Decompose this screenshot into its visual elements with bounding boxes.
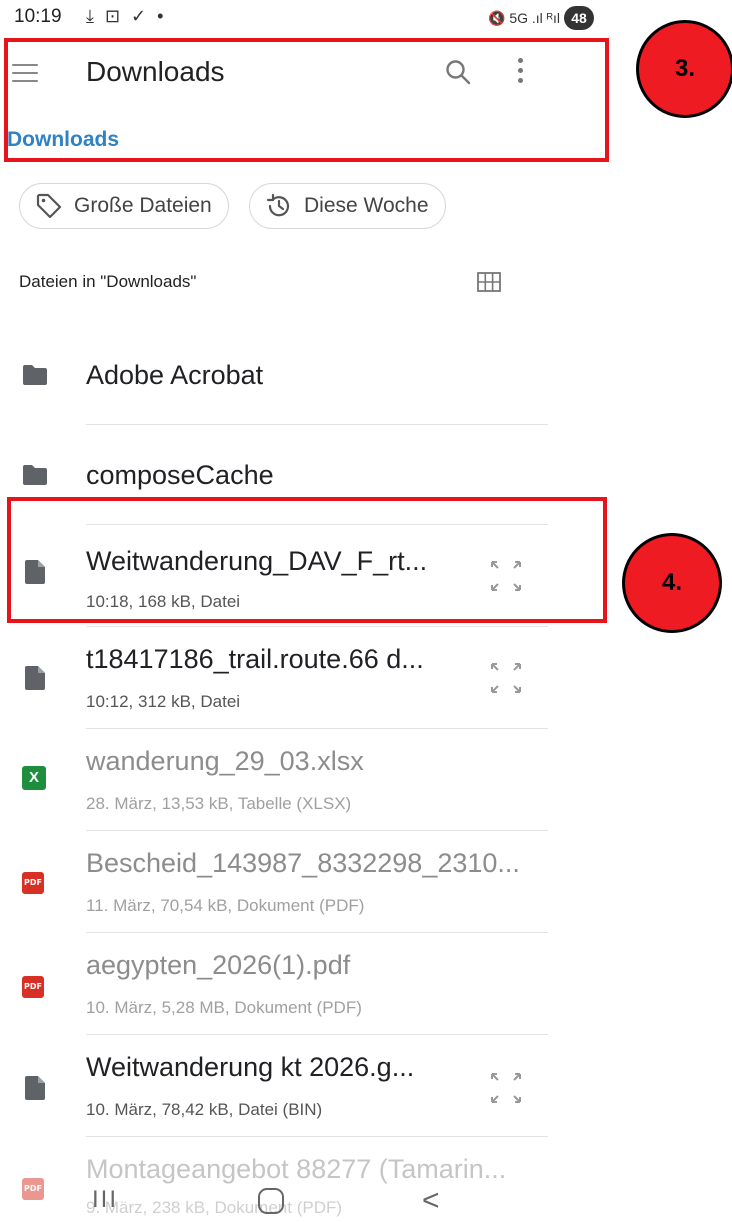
list-item-file[interactable]: X wanderung_29_03.xlsx 28. März, 13,53 k… (0, 730, 732, 830)
chip-this-week[interactable]: Diese Woche (249, 183, 446, 229)
file-details: 28. März, 13,53 kB, Tabelle (XLSX) (86, 794, 352, 813)
folder-icon (23, 465, 47, 485)
divider (86, 424, 548, 425)
signal-icons: 🔇 5G .ıl ᴿıl (488, 9, 560, 26)
home-button[interactable] (258, 1188, 284, 1214)
file-title: Montageangebot 88277 (Tamarin... (86, 1154, 507, 1184)
list-item-folder[interactable]: Adobe Acrobat (0, 340, 732, 424)
file-title: wanderung_29_03.xlsx (86, 746, 364, 776)
file-details: 10. März, 5,28 MB, Dokument (PDF) (86, 998, 362, 1017)
expand-preview-icon[interactable] (488, 660, 524, 696)
file-title: Adobe Acrobat (86, 360, 264, 390)
divider (86, 1034, 548, 1035)
file-details: 10. März, 78,42 kB, Datei (BIN) (86, 1100, 323, 1119)
file-details: 11. März, 70,54 kB, Dokument (PDF) (86, 896, 365, 915)
file-title: t18417186_trail.route.66 d... (86, 644, 424, 674)
file-icon (25, 666, 45, 690)
back-button[interactable]: < (422, 1184, 440, 1218)
file-title: aegypten_2026(1).pdf (86, 950, 351, 980)
annotation-box-3 (4, 38, 609, 162)
system-nav-bar: III < (0, 1182, 732, 1222)
status-bar: 10:19 ⤓ ⊡ ✓ • 🔇 5G .ıl ᴿıl 48 (0, 0, 732, 38)
tag-icon (36, 193, 62, 219)
annotation-box-4 (7, 497, 607, 623)
status-notification-icons: ⤓ ⊡ ✓ • (86, 6, 167, 26)
file-title: Bescheid_143987_8332298_2310... (86, 848, 520, 878)
file-title: Weitwanderung kt 2026.g... (86, 1052, 415, 1082)
annotation-marker-4: 4. (622, 533, 722, 633)
chip-label: Große Dateien (74, 194, 212, 217)
grid-view-icon[interactable] (477, 272, 501, 292)
file-title: composeCache (86, 460, 274, 490)
xlsx-icon: X (22, 766, 46, 790)
divider (86, 830, 548, 831)
pdf-icon: PDF (22, 976, 44, 998)
section-label: Dateien in "Downloads" (19, 272, 197, 291)
history-icon (266, 193, 290, 217)
recent-apps-button[interactable]: III (92, 1186, 118, 1214)
divider (86, 728, 548, 729)
annotation-marker-3: 3. (636, 20, 732, 118)
pdf-icon: PDF (22, 872, 44, 894)
status-time: 10:19 (14, 6, 62, 27)
status-right-icons: 🔇 5G .ıl ᴿıl 48 (488, 6, 594, 30)
list-item-file[interactable]: t18417186_trail.route.66 d... 10:12, 312… (0, 628, 732, 728)
list-item-file[interactable]: Weitwanderung kt 2026.g... 10. März, 78,… (0, 1036, 732, 1136)
folder-icon (23, 365, 47, 385)
list-item-file[interactable]: PDF aegypten_2026(1).pdf 10. März, 5,28 … (0, 934, 732, 1034)
divider (86, 932, 548, 933)
list-item-file[interactable]: PDF Bescheid_143987_8332298_2310... 11. … (0, 832, 732, 932)
divider (86, 1136, 548, 1137)
file-details: 10:12, 312 kB, Datei (86, 692, 241, 711)
chip-large-files[interactable]: Große Dateien (19, 183, 229, 229)
chip-label: Diese Woche (304, 194, 429, 217)
file-icon (25, 1076, 45, 1100)
divider (86, 626, 548, 627)
expand-preview-icon[interactable] (488, 1070, 524, 1106)
battery-icon: 48 (563, 6, 594, 30)
